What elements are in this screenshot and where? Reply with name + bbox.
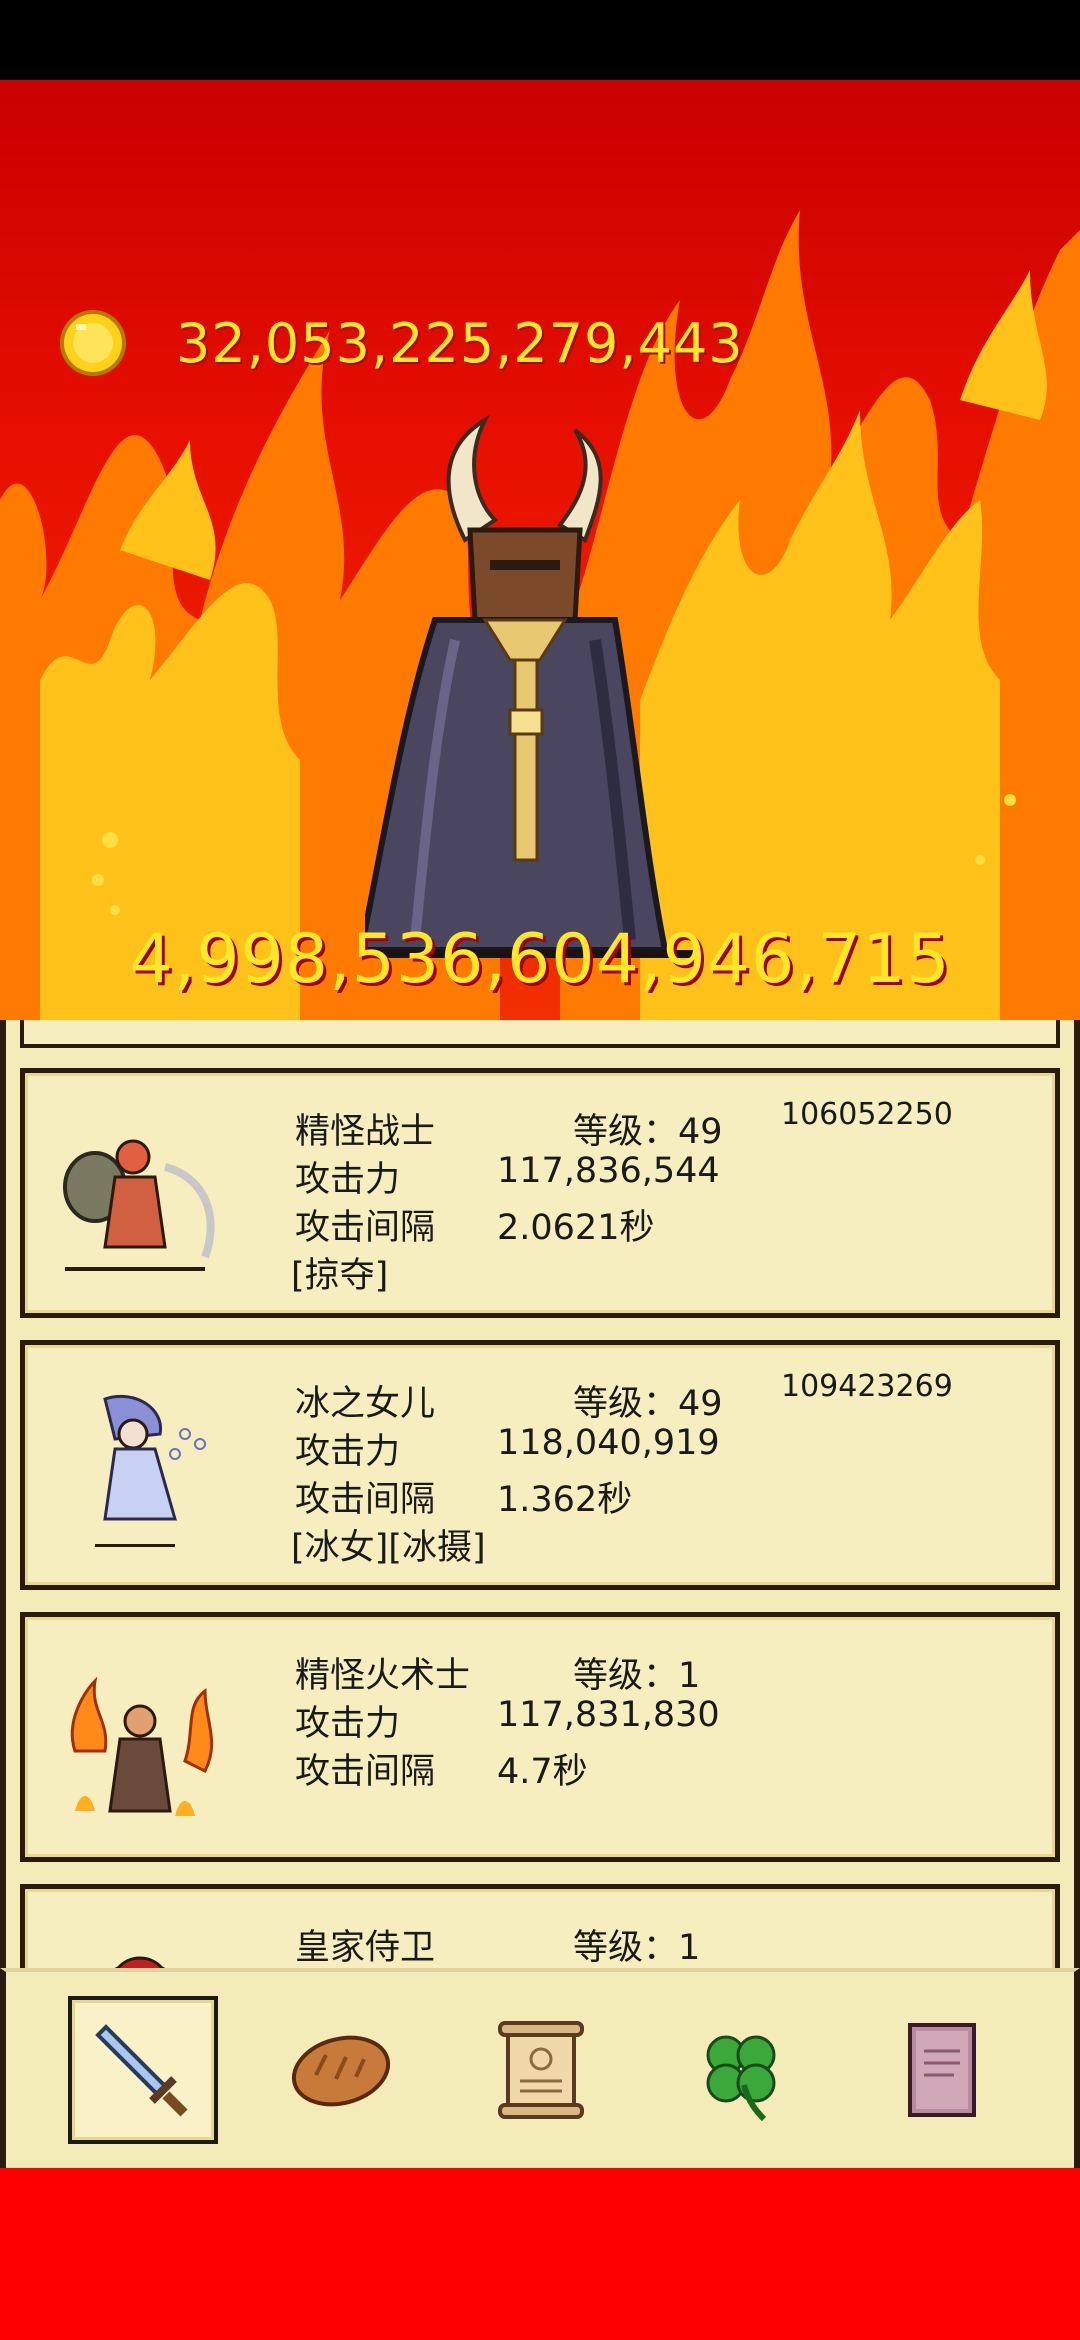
sword-icon: [95, 2024, 188, 2117]
hero-name: 冰之女儿: [295, 1384, 436, 1424]
attack-value: 117,831,830: [497, 1695, 720, 1735]
hero-card[interactable]: 冰之女儿 等级：49 109423269 攻击力 118,040,919 攻击间…: [20, 1340, 1060, 1590]
bottom-bar: [0, 2168, 1080, 2340]
horned-cloaked-demon-boss[interactable]: [365, 410, 705, 970]
hero-level: 等级：1: [573, 1928, 701, 1968]
boss-hp: 4,998,536,604,946,715: [129, 920, 951, 999]
hero-id: 106052250: [781, 1097, 953, 1132]
goblin-pyromancer-portrait: [70, 1676, 214, 1816]
book-icon: [908, 2023, 976, 2117]
hero-level: 等级：49: [573, 1112, 723, 1152]
attack-value: 117,836,544: [497, 1151, 720, 1191]
bread-icon: [291, 2035, 391, 2107]
interval-value: 4.7秒: [497, 1752, 588, 1792]
gold-counter: 32,053,225,279,443: [58, 298, 744, 388]
tab-luck[interactable]: [666, 1996, 816, 2144]
interval-value: 2.0621秒: [497, 1208, 655, 1248]
attack-value: 118,040,919: [497, 1423, 720, 1463]
tab-food[interactable]: [266, 1996, 416, 2144]
attack-label: 攻击力: [295, 1432, 401, 1472]
scroll-icon: [498, 2021, 584, 2119]
status-bar: [0, 0, 1080, 80]
hero-tags: [掠夺]: [291, 1256, 389, 1296]
attack-label: 攻击力: [295, 1704, 401, 1744]
attack-label: 攻击力: [295, 1160, 401, 1200]
tab-heroes[interactable]: [68, 1996, 218, 2144]
battle-scene[interactable]: 32,053,225,279,443 4,998,536,604,946,715: [0, 80, 1080, 1020]
hero-id: 109423269: [781, 1369, 953, 1404]
interval-label: 攻击间隔: [295, 1752, 436, 1792]
hero-tags: [冰女][冰摄]: [291, 1528, 486, 1568]
gold-amount: 32,053,225,279,443: [176, 311, 744, 375]
hero-card[interactable]: 精怪火术士 等级：1 攻击力 117,831,830 攻击间隔 4.7秒: [20, 1612, 1060, 1862]
hero-name: 精怪火术士: [295, 1656, 471, 1696]
interval-label: 攻击间隔: [295, 1208, 436, 1248]
hero-name: 精怪战士: [295, 1112, 436, 1152]
goblin-warrior-portrait: [63, 1139, 215, 1271]
interval-label: 攻击间隔: [295, 1480, 436, 1520]
tab-book[interactable]: [866, 1996, 1016, 2144]
bottom-toolbar: [0, 1968, 1080, 2168]
interval-value: 1.362秒: [497, 1480, 633, 1520]
hero-level: 等级：1: [573, 1656, 701, 1696]
ice-daughter-portrait: [95, 1394, 206, 1547]
clover-icon: [706, 2035, 776, 2122]
hero-name: 皇家侍卫: [295, 1928, 436, 1968]
previous-card-edge: [20, 1020, 1060, 1048]
tab-scroll[interactable]: [466, 1996, 616, 2144]
hero-level: 等级：49: [573, 1384, 723, 1424]
gold-coin-icon: [60, 310, 126, 376]
hero-card[interactable]: 精怪战士 等级：49 106052250 攻击力 117,836,544 攻击间…: [20, 1068, 1060, 1318]
